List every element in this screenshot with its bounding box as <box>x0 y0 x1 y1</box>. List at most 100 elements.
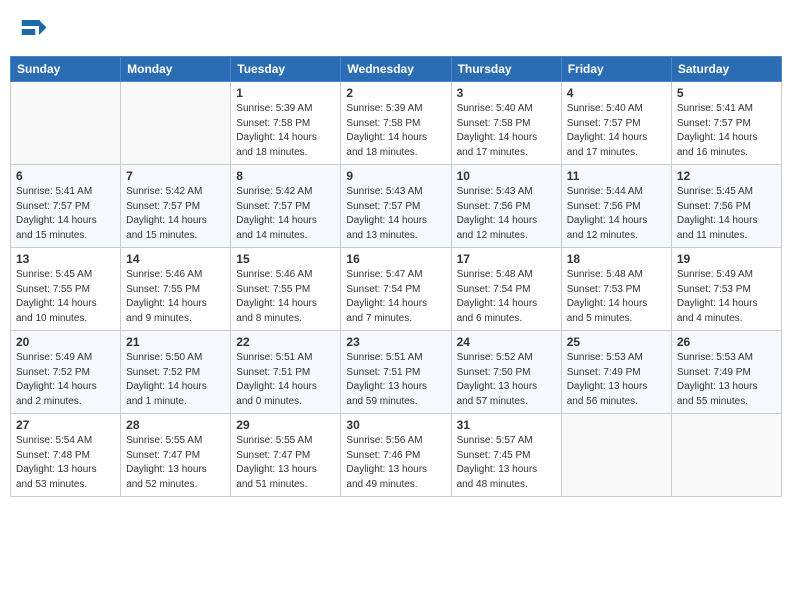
day-number: 27 <box>16 418 115 432</box>
calendar-cell: 10 Sunrise: 5:43 AMSunset: 7:56 PMDayligh… <box>451 165 561 248</box>
cell-content: Sunrise: 5:42 AMSunset: 7:57 PMDaylight:… <box>126 185 225 243</box>
calendar-cell: 1 Sunrise: 5:39 AMSunset: 7:58 PMDaylight… <box>231 82 341 165</box>
cell-content: Sunrise: 5:40 AMSunset: 7:58 PMDaylight:… <box>457 102 556 160</box>
calendar-cell: 6 Sunrise: 5:41 AMSunset: 7:57 PMDaylight… <box>11 165 121 248</box>
calendar-cell: 21 Sunrise: 5:50 AMSunset: 7:52 PMDayligh… <box>121 331 231 414</box>
calendar-cell: 24Sunrise: 5:52 AMSunset: 7:50 PMDayligh… <box>451 331 561 414</box>
day-number: 26 <box>677 335 776 349</box>
cell-content: Sunrise: 5:41 AMSunset: 7:57 PMDaylight:… <box>677 102 776 160</box>
calendar-cell: 15 Sunrise: 5:46 AMSunset: 7:55 PMDayligh… <box>231 248 341 331</box>
cell-content: Sunrise: 5:45 AMSunset: 7:56 PMDaylight:… <box>677 185 776 243</box>
day-of-week-header: Thursday <box>451 57 561 82</box>
day-number: 3 <box>457 86 556 100</box>
day-number: 12 <box>677 169 776 183</box>
day-number: 15 <box>236 252 335 266</box>
page-header <box>10 10 782 48</box>
cell-content: Sunrise: 5:52 AMSunset: 7:50 PMDaylight:… <box>457 351 556 409</box>
cell-content: Sunrise: 5:43 AMSunset: 7:56 PMDaylight:… <box>457 185 556 243</box>
calendar-cell: 20 Sunrise: 5:49 AMSunset: 7:52 PMDayligh… <box>11 331 121 414</box>
day-number: 7 <box>126 169 225 183</box>
calendar-cell: 4 Sunrise: 5:40 AMSunset: 7:57 PMDaylight… <box>561 82 671 165</box>
calendar-cell: 29Sunrise: 5:55 AMSunset: 7:47 PMDayligh… <box>231 414 341 497</box>
day-number: 10 <box>457 169 556 183</box>
day-number: 2 <box>346 86 445 100</box>
cell-content: Sunrise: 5:42 AMSunset: 7:57 PMDaylight:… <box>236 185 335 243</box>
logo <box>18 14 52 44</box>
day-number: 21 <box>126 335 225 349</box>
calendar-cell: 27 Sunrise: 5:54 AMSunset: 7:48 PMDayligh… <box>11 414 121 497</box>
day-number: 29 <box>236 418 335 432</box>
calendar-cell: 7 Sunrise: 5:42 AMSunset: 7:57 PMDaylight… <box>121 165 231 248</box>
day-of-week-header: Saturday <box>671 57 781 82</box>
calendar-cell: 14 Sunrise: 5:46 AMSunset: 7:55 PMDayligh… <box>121 248 231 331</box>
logo-icon <box>18 14 48 44</box>
day-number: 14 <box>126 252 225 266</box>
calendar-cell: 18 Sunrise: 5:48 AMSunset: 7:53 PMDayligh… <box>561 248 671 331</box>
calendar-cell: 13 Sunrise: 5:45 AMSunset: 7:55 PMDayligh… <box>11 248 121 331</box>
day-number: 4 <box>567 86 666 100</box>
day-number: 31 <box>457 418 556 432</box>
calendar-cell: 22 Sunrise: 5:51 AMSunset: 7:51 PMDayligh… <box>231 331 341 414</box>
calendar-cell <box>561 414 671 497</box>
day-number: 8 <box>236 169 335 183</box>
cell-content: Sunrise: 5:48 AMSunset: 7:53 PMDaylight:… <box>567 268 666 326</box>
calendar-header-row: SundayMondayTuesdayWednesdayThursdayFrid… <box>11 57 782 82</box>
day-number: 23 <box>346 335 445 349</box>
calendar-cell: 12 Sunrise: 5:45 AMSunset: 7:56 PMDayligh… <box>671 165 781 248</box>
calendar-cell: 9 Sunrise: 5:43 AMSunset: 7:57 PMDaylight… <box>341 165 451 248</box>
calendar-cell: 26Sunrise: 5:53 AMSunset: 7:49 PMDayligh… <box>671 331 781 414</box>
cell-content: Sunrise: 5:54 AMSunset: 7:48 PMDaylight:… <box>16 434 115 492</box>
calendar-cell: 5 Sunrise: 5:41 AMSunset: 7:57 PMDaylight… <box>671 82 781 165</box>
cell-content: Sunrise: 5:45 AMSunset: 7:55 PMDaylight:… <box>16 268 115 326</box>
day-of-week-header: Tuesday <box>231 57 341 82</box>
cell-content: Sunrise: 5:43 AMSunset: 7:57 PMDaylight:… <box>346 185 445 243</box>
day-of-week-header: Sunday <box>11 57 121 82</box>
calendar-week-row: 6 Sunrise: 5:41 AMSunset: 7:57 PMDaylight… <box>11 165 782 248</box>
calendar-cell <box>671 414 781 497</box>
day-number: 19 <box>677 252 776 266</box>
calendar-cell: 28 Sunrise: 5:55 AMSunset: 7:47 PMDayligh… <box>121 414 231 497</box>
cell-content: Sunrise: 5:51 AMSunset: 7:51 PMDaylight:… <box>236 351 335 409</box>
calendar-cell: 19 Sunrise: 5:49 AMSunset: 7:53 PMDayligh… <box>671 248 781 331</box>
calendar-week-row: 13 Sunrise: 5:45 AMSunset: 7:55 PMDayligh… <box>11 248 782 331</box>
cell-content: Sunrise: 5:46 AMSunset: 7:55 PMDaylight:… <box>236 268 335 326</box>
cell-content: Sunrise: 5:49 AMSunset: 7:53 PMDaylight:… <box>677 268 776 326</box>
calendar-table: SundayMondayTuesdayWednesdayThursdayFrid… <box>10 56 782 497</box>
cell-content: Sunrise: 5:46 AMSunset: 7:55 PMDaylight:… <box>126 268 225 326</box>
cell-content: Sunrise: 5:47 AMSunset: 7:54 PMDaylight:… <box>346 268 445 326</box>
day-of-week-header: Friday <box>561 57 671 82</box>
calendar-cell: 25 Sunrise: 5:53 AMSunset: 7:49 PMDayligh… <box>561 331 671 414</box>
cell-content: Sunrise: 5:49 AMSunset: 7:52 PMDaylight:… <box>16 351 115 409</box>
cell-content: Sunrise: 5:41 AMSunset: 7:57 PMDaylight:… <box>16 185 115 243</box>
cell-content: Sunrise: 5:55 AMSunset: 7:47 PMDaylight:… <box>126 434 225 492</box>
calendar-cell <box>121 82 231 165</box>
calendar-cell: 16 Sunrise: 5:47 AMSunset: 7:54 PMDayligh… <box>341 248 451 331</box>
day-number: 25 <box>567 335 666 349</box>
day-number: 5 <box>677 86 776 100</box>
calendar-cell <box>11 82 121 165</box>
day-of-week-header: Wednesday <box>341 57 451 82</box>
cell-content: Sunrise: 5:53 AMSunset: 7:49 PMDaylight:… <box>567 351 666 409</box>
cell-content: Sunrise: 5:39 AMSunset: 7:58 PMDaylight:… <box>236 102 335 160</box>
day-number: 28 <box>126 418 225 432</box>
day-number: 20 <box>16 335 115 349</box>
day-number: 22 <box>236 335 335 349</box>
cell-content: Sunrise: 5:56 AMSunset: 7:46 PMDaylight:… <box>346 434 445 492</box>
day-number: 9 <box>346 169 445 183</box>
day-number: 18 <box>567 252 666 266</box>
cell-content: Sunrise: 5:44 AMSunset: 7:56 PMDaylight:… <box>567 185 666 243</box>
calendar-cell: 3 Sunrise: 5:40 AMSunset: 7:58 PMDaylight… <box>451 82 561 165</box>
calendar-week-row: 20 Sunrise: 5:49 AMSunset: 7:52 PMDayligh… <box>11 331 782 414</box>
day-number: 13 <box>16 252 115 266</box>
cell-content: Sunrise: 5:51 AMSunset: 7:51 PMDaylight:… <box>346 351 445 409</box>
cell-content: Sunrise: 5:40 AMSunset: 7:57 PMDaylight:… <box>567 102 666 160</box>
day-number: 1 <box>236 86 335 100</box>
day-number: 17 <box>457 252 556 266</box>
calendar-cell: 17Sunrise: 5:48 AMSunset: 7:54 PMDayligh… <box>451 248 561 331</box>
calendar-week-row: 27 Sunrise: 5:54 AMSunset: 7:48 PMDayligh… <box>11 414 782 497</box>
day-number: 16 <box>346 252 445 266</box>
calendar-cell: 31Sunrise: 5:57 AMSunset: 7:45 PMDayligh… <box>451 414 561 497</box>
day-number: 6 <box>16 169 115 183</box>
day-of-week-header: Monday <box>121 57 231 82</box>
cell-content: Sunrise: 5:50 AMSunset: 7:52 PMDaylight:… <box>126 351 225 409</box>
